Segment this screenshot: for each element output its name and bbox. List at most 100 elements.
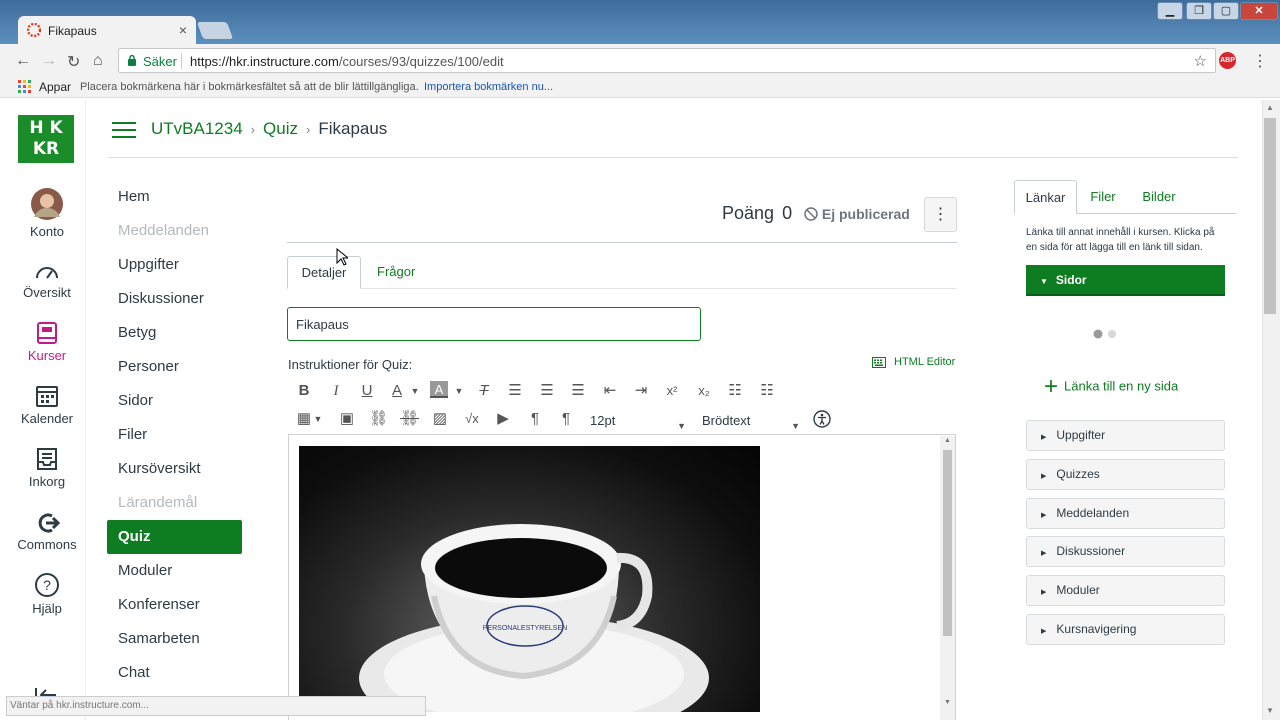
- tab-questions[interactable]: Frågor: [377, 264, 415, 279]
- browser-tab[interactable]: Fikapaus ×: [18, 16, 196, 45]
- course-menu-toggle-icon[interactable]: [112, 121, 136, 139]
- course-nav-item[interactable]: Diskussioner: [107, 282, 242, 316]
- global-nav-account[interactable]: Konto: [8, 187, 86, 239]
- tab-details[interactable]: Detaljer: [287, 256, 361, 289]
- table-icon[interactable]: ▦: [296, 409, 312, 429]
- more-options-button[interactable]: ⋮: [924, 197, 957, 232]
- background-color-dropdown-icon[interactable]: ▼: [452, 381, 466, 401]
- course-nav-item[interactable]: Personer: [107, 350, 242, 384]
- course-navigation: Hem Meddelanden Uppgifter Diskussioner Betyg…: [107, 180, 242, 720]
- course-nav-item[interactable]: Moduler: [107, 554, 242, 588]
- media-icon[interactable]: ▣: [338, 409, 356, 429]
- subscript-icon[interactable]: x₂: [695, 381, 713, 401]
- font-size-select[interactable]: 12pt ▼: [590, 411, 688, 431]
- block-format-select[interactable]: Brödtext ▼: [702, 411, 802, 431]
- superscript-icon[interactable]: x²: [663, 381, 681, 401]
- course-nav-item[interactable]: Quiz: [107, 520, 242, 554]
- italic-icon[interactable]: I: [327, 381, 345, 401]
- indent-icon[interactable]: ⇥: [632, 381, 650, 401]
- numbered-list-icon[interactable]: ☷: [758, 381, 776, 401]
- align-center-icon[interactable]: ☰: [538, 381, 556, 401]
- links-hint: Länka till annat innehåll i kursen. Klic…: [1026, 227, 1215, 253]
- pages-section-header[interactable]: ▼ Sidor: [1026, 265, 1225, 296]
- unlink-icon[interactable]: ⛓: [400, 409, 419, 429]
- bookmark-star-icon[interactable]: ☆: [1194, 52, 1207, 70]
- table-dropdown-icon[interactable]: ▼: [312, 409, 324, 429]
- apps-grid-icon[interactable]: [18, 80, 31, 93]
- sidebar-section[interactable]: ▶ Kursnavigering: [1026, 614, 1225, 645]
- global-nav-inbox[interactable]: Inkorg: [8, 447, 86, 489]
- bold-icon[interactable]: B: [295, 381, 313, 401]
- editor-scrollbar-thumb[interactable]: [943, 450, 952, 636]
- scroll-up-icon[interactable]: ▲: [944, 437, 951, 444]
- sidebar-section[interactable]: ▶ Moduler: [1026, 575, 1225, 606]
- course-nav-item[interactable]: Uppgifter: [107, 248, 242, 282]
- clear-formatting-icon[interactable]: T: [475, 381, 493, 401]
- image-icon[interactable]: ▨: [431, 409, 449, 429]
- bullet-list-icon[interactable]: ☷: [726, 381, 744, 401]
- scroll-down-icon[interactable]: ▼: [944, 699, 951, 706]
- global-nav-dashboard[interactable]: Översikt: [8, 260, 86, 300]
- address-bar[interactable]: Säker https://hkr.instructure.com/course…: [118, 48, 1216, 73]
- paragraph-ltr-icon[interactable]: ¶: [526, 409, 544, 429]
- course-nav-item[interactable]: Meddelanden: [107, 214, 242, 248]
- tab-images[interactable]: Bilder: [1142, 180, 1176, 214]
- embed-video-icon[interactable]: ▶: [494, 409, 512, 429]
- course-nav-item[interactable]: Filer: [107, 418, 242, 452]
- sidebar-section[interactable]: ▶ Uppgifter: [1026, 420, 1225, 451]
- course-nav-item[interactable]: Hem: [107, 180, 242, 214]
- align-left-icon[interactable]: ☰: [506, 381, 524, 401]
- link-new-page[interactable]: + Länka till en ny sida: [1044, 375, 1178, 399]
- publish-status[interactable]: Ej publicerad: [804, 206, 910, 222]
- reload-icon[interactable]: ↻: [67, 52, 80, 72]
- tab-close-icon[interactable]: ×: [179, 22, 187, 38]
- sidebar-section[interactable]: ▶ Diskussioner: [1026, 536, 1225, 567]
- back-icon[interactable]: ←: [15, 52, 31, 70]
- course-nav-item[interactable]: Samarbeten: [107, 622, 242, 656]
- new-tab-button[interactable]: [196, 22, 234, 39]
- align-right-icon[interactable]: ☰: [569, 381, 587, 401]
- outdent-icon[interactable]: ⇤: [601, 381, 619, 401]
- equation-icon[interactable]: √x: [463, 409, 481, 429]
- forward-icon[interactable]: →: [41, 52, 57, 70]
- home-icon[interactable]: ⌂: [93, 52, 103, 70]
- window-close-icon[interactable]: ✕: [1240, 2, 1278, 20]
- hkr-logo[interactable]: H K KR: [18, 115, 74, 163]
- link-icon[interactable]: ⛓: [369, 409, 388, 429]
- accessibility-checker-icon[interactable]: [813, 409, 831, 429]
- page-scroll-up-icon[interactable]: ▲: [1266, 103, 1274, 112]
- html-editor-toggle[interactable]: HTML Editor: [872, 356, 955, 368]
- import-bookmarks-link[interactable]: Importera bokmärken nu...: [424, 81, 553, 93]
- page-scroll-down-icon[interactable]: ▼: [1266, 706, 1274, 715]
- text-color-icon[interactable]: A: [388, 381, 406, 401]
- global-nav-calendar[interactable]: Kalender: [8, 384, 86, 426]
- text-color-dropdown-icon[interactable]: ▼: [408, 381, 422, 401]
- restore-icon[interactable]: ❐: [1186, 2, 1212, 20]
- course-nav-item[interactable]: Lärandemål: [107, 486, 242, 520]
- tab-links[interactable]: Länkar: [1014, 180, 1077, 214]
- adblock-icon[interactable]: ABP: [1219, 52, 1236, 69]
- coffee-cup-image[interactable]: PERSONALESTYRELSEN: [299, 446, 760, 712]
- sidebar-section[interactable]: ▶ Quizzes: [1026, 459, 1225, 490]
- course-nav-item[interactable]: Sidor: [107, 384, 242, 418]
- apps-label[interactable]: Appar: [39, 80, 71, 94]
- course-nav-item[interactable]: Kursöversikt: [107, 452, 242, 486]
- minimize-icon[interactable]: ▁: [1157, 2, 1183, 20]
- maximize-icon[interactable]: ▢: [1213, 2, 1239, 20]
- course-nav-item[interactable]: Betyg: [107, 316, 242, 350]
- sidebar-section[interactable]: ▶ Meddelanden: [1026, 498, 1225, 529]
- browser-menu-icon[interactable]: ⋮: [1252, 51, 1268, 71]
- tab-files[interactable]: Filer: [1090, 180, 1116, 214]
- breadcrumb-section[interactable]: Quiz: [263, 119, 298, 138]
- course-nav-item[interactable]: Chat: [107, 656, 242, 690]
- page-scrollbar-thumb[interactable]: [1264, 118, 1276, 314]
- paragraph-rtl-icon[interactable]: ¶: [557, 409, 575, 429]
- underline-icon[interactable]: U: [358, 381, 376, 401]
- breadcrumb-course[interactable]: UTvBA1234: [151, 119, 243, 138]
- global-nav-help[interactable]: ? Hjälp: [8, 572, 86, 616]
- global-nav-commons[interactable]: Commons: [8, 512, 86, 552]
- course-nav-item[interactable]: Konferenser: [107, 588, 242, 622]
- background-color-icon[interactable]: A: [430, 381, 448, 398]
- global-nav-courses[interactable]: Kurser: [8, 321, 86, 363]
- quiz-title-input[interactable]: [287, 307, 701, 341]
